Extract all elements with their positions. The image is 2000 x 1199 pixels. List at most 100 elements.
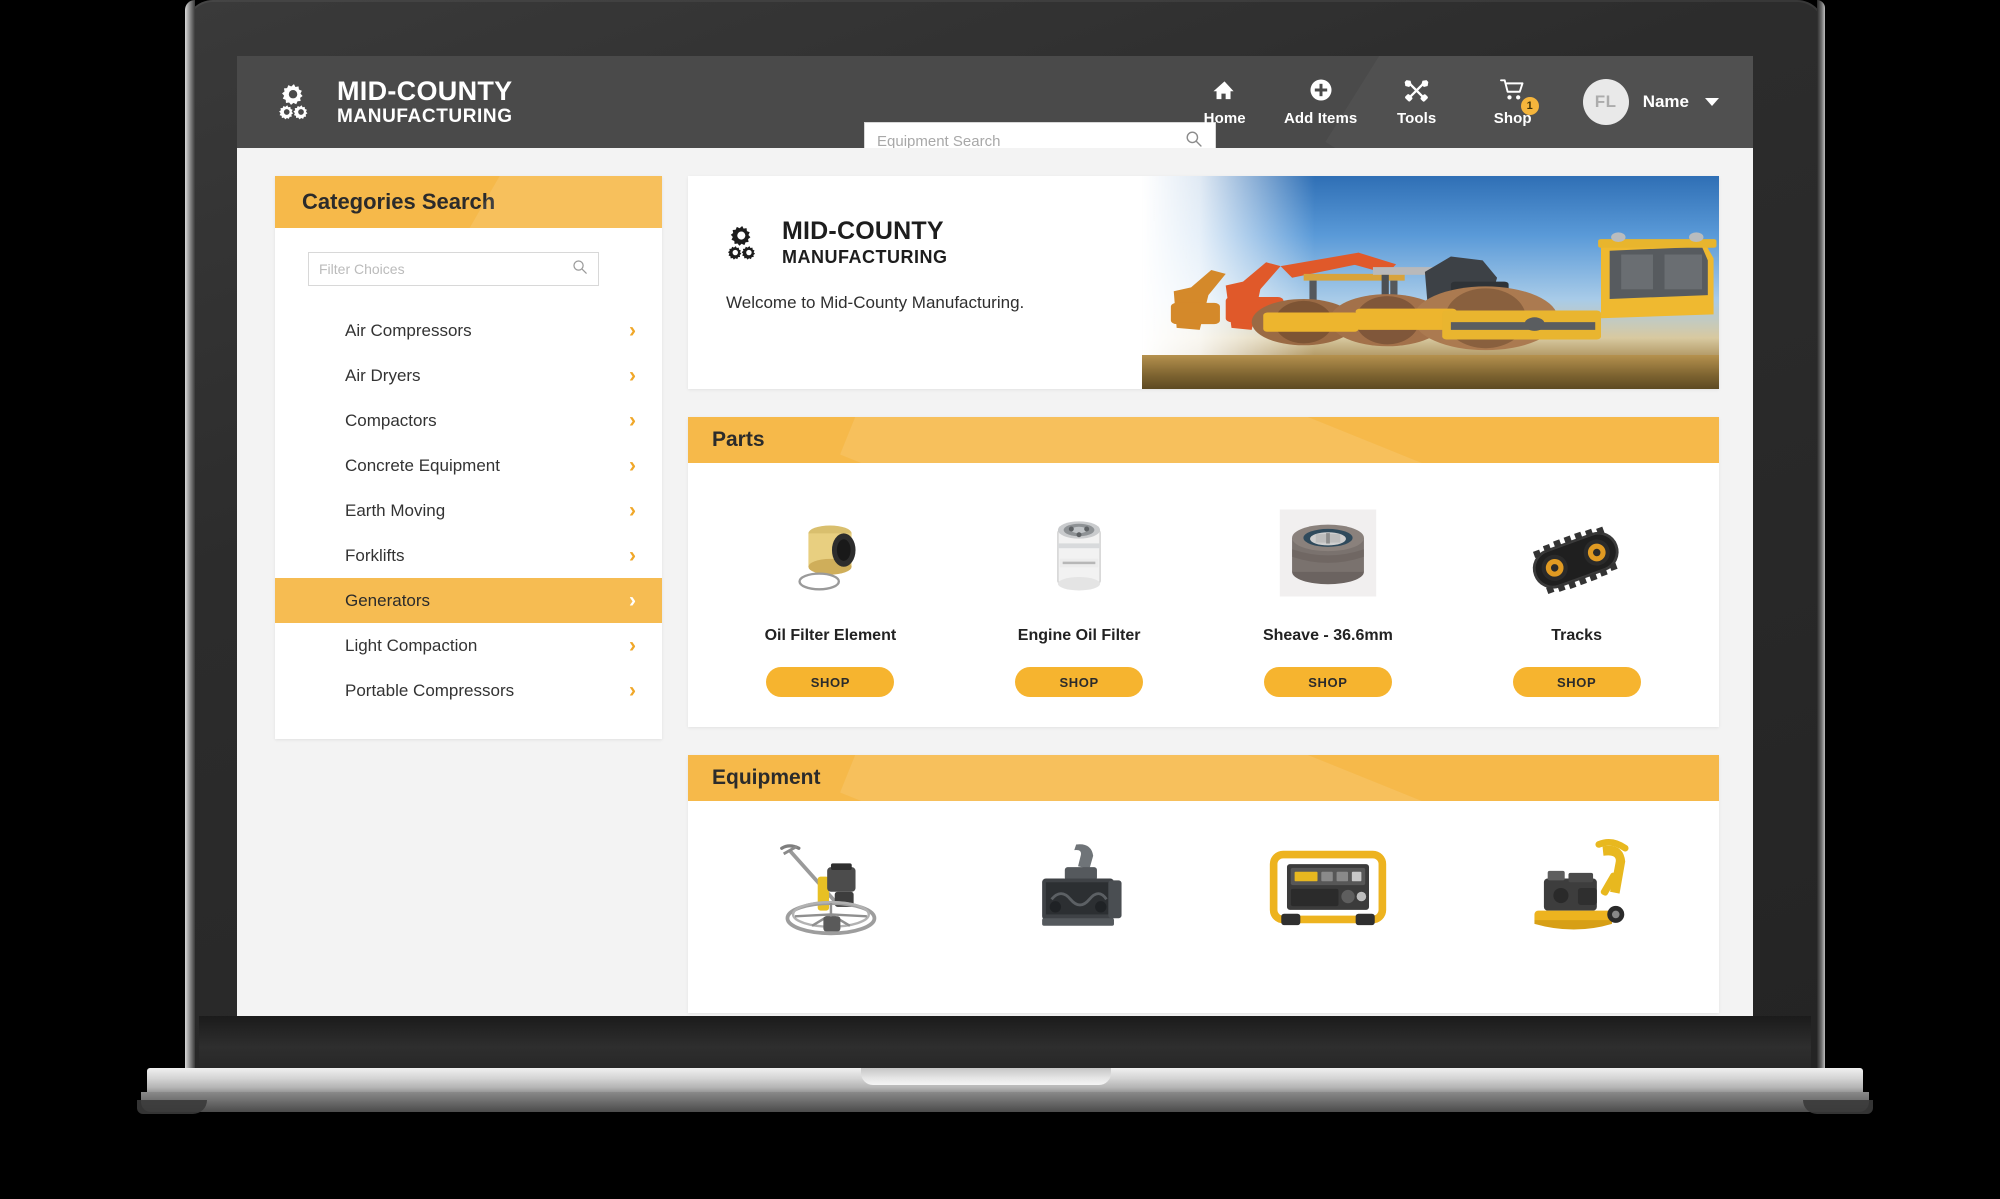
- cart-icon: [1499, 77, 1526, 103]
- user-menu[interactable]: FL Name: [1582, 79, 1719, 125]
- category-label: Portable Compressors: [345, 680, 515, 700]
- categories-sidebar-title: Categories Search: [275, 176, 662, 228]
- laptop-lid-edge-left: [185, 0, 195, 1072]
- equipment-product-grid: [688, 801, 1719, 1013]
- top-navigation-bar: MID-COUNTY MANUFACTURING Equipment Searc…: [237, 56, 1753, 148]
- search-input[interactable]: [877, 132, 1185, 148]
- hero-title: MID-COUNTY: [782, 217, 944, 245]
- plate-compactor-icon: [1515, 837, 1639, 937]
- product-card[interactable]: [706, 837, 955, 983]
- plus-circle-icon: [1309, 77, 1333, 103]
- hero-subtitle: MANUFACTURING: [782, 247, 948, 268]
- brand-text: MID-COUNTY MANUFACTURING: [337, 75, 513, 128]
- nav-label-home: Home: [1203, 110, 1246, 127]
- hero-welcome-text: Welcome to Mid-County Manufacturing.: [726, 293, 1025, 313]
- sidebar-item-concrete-equipment[interactable]: Concrete Equipment ›: [275, 443, 662, 488]
- equipment-search-box[interactable]: [864, 122, 1216, 148]
- chevron-down-icon[interactable]: [1705, 98, 1719, 106]
- chevron-right-icon: ›: [629, 364, 636, 387]
- sidebar-item-air-compressors[interactable]: Air Compressors ›: [275, 308, 662, 353]
- chevron-right-icon: ›: [629, 454, 636, 477]
- categories-sidebar: Categories Search Air Compressors: [275, 176, 662, 739]
- product-name: Engine Oil Filter: [1017, 627, 1141, 644]
- chevron-right-icon: ›: [629, 499, 636, 522]
- equipment-section-title: Equipment: [688, 755, 1719, 801]
- sidebar-item-generators[interactable]: Generators ›: [275, 578, 662, 623]
- tools-icon: [1404, 77, 1429, 103]
- product-card[interactable]: Tracks SHOP: [1452, 499, 1701, 697]
- laptop-lid-edge-right: [1817, 0, 1825, 1072]
- laptop-foot-left: [137, 1100, 207, 1114]
- primary-navigation: Home Add Items Tools 1 Shop FL Name: [1177, 56, 1719, 148]
- cart-badge: 1: [1520, 97, 1539, 115]
- hero-text-block: MID-COUNTY MANUFACTURING Welcome to Mid-…: [688, 176, 1224, 389]
- parts-product-grid: Oil Filter Element SHOP Engine Oil Filte…: [688, 463, 1719, 727]
- product-card[interactable]: [1204, 837, 1453, 983]
- parts-section: Parts Oil Filter Element SHOP Engine Oil…: [688, 417, 1719, 727]
- sidebar-item-compactors[interactable]: Compactors ›: [275, 398, 662, 443]
- hero-brand: MID-COUNTY MANUFACTURING: [726, 218, 1224, 268]
- chevron-right-icon: ›: [629, 679, 636, 702]
- equipment-section: Equipment: [688, 755, 1719, 1013]
- chevron-right-icon: ›: [629, 589, 636, 612]
- nav-item-tools[interactable]: Tools: [1369, 77, 1465, 127]
- portable-generator-icon: [1266, 837, 1390, 937]
- shop-button[interactable]: SHOP: [1512, 667, 1641, 697]
- nav-item-shop[interactable]: 1 Shop: [1465, 77, 1561, 127]
- laptop-base-lower: [141, 1092, 1869, 1112]
- engine-oil-filter-icon: [1031, 499, 1127, 603]
- filter-input[interactable]: [319, 261, 572, 277]
- parts-section-title: Parts: [688, 417, 1719, 463]
- sidebar-item-earth-moving[interactable]: Earth Moving ›: [275, 488, 662, 533]
- category-label: Air Dryers: [345, 365, 421, 385]
- gears-icon: [277, 80, 321, 124]
- product-name: Tracks: [1551, 627, 1602, 644]
- category-label: Concrete Equipment: [345, 455, 500, 475]
- shop-button[interactable]: SHOP: [1263, 667, 1392, 697]
- category-label: Earth Moving: [345, 500, 446, 520]
- hero-banner: MID-COUNTY MANUFACTURING Welcome to Mid-…: [688, 176, 1719, 389]
- product-name: Sheave - 36.6mm: [1262, 627, 1393, 644]
- brand-logo[interactable]: MID-COUNTY MANUFACTURING: [277, 75, 513, 128]
- category-label: Generators: [345, 590, 431, 610]
- main-content: MID-COUNTY MANUFACTURING Welcome to Mid-…: [688, 176, 1719, 1016]
- category-label: Forklifts: [345, 545, 405, 565]
- search-icon[interactable]: [572, 259, 588, 280]
- hero-title-block: MID-COUNTY MANUFACTURING: [782, 218, 948, 268]
- category-list: Air Compressors › Air Dryers › Compactor…: [275, 300, 662, 739]
- oil-filter-element-icon: [776, 499, 884, 603]
- laptop-base-notch: [861, 1068, 1111, 1085]
- sidebar-item-forklifts[interactable]: Forklifts ›: [275, 533, 662, 578]
- nav-label-tools: Tools: [1396, 110, 1437, 127]
- product-card[interactable]: Oil Filter Element SHOP: [706, 499, 955, 697]
- user-name-label: Name: [1642, 92, 1689, 111]
- product-card[interactable]: [955, 837, 1204, 983]
- rubber-tracks-icon: [1521, 499, 1633, 603]
- sidebar-item-light-compaction[interactable]: Light Compaction ›: [275, 623, 662, 668]
- category-label: Compactors: [345, 410, 437, 430]
- nav-item-home[interactable]: Home: [1177, 77, 1273, 127]
- shop-button[interactable]: SHOP: [766, 667, 895, 697]
- filter-choices-box[interactable]: [308, 252, 599, 286]
- chevron-right-icon: ›: [629, 634, 636, 657]
- category-label: Air Compressors: [345, 320, 472, 340]
- product-card[interactable]: Sheave - 36.6mm SHOP: [1204, 499, 1453, 697]
- avatar: FL: [1582, 79, 1629, 125]
- laptop-mockup: MID-COUNTY MANUFACTURING Equipment Searc…: [137, 0, 1873, 1114]
- hero-image: [1141, 176, 1719, 389]
- product-name: Oil Filter Element: [764, 627, 897, 644]
- sidebar-item-air-dryers[interactable]: Air Dryers ›: [275, 353, 662, 398]
- nav-label-add-items: Add Items: [1283, 110, 1358, 127]
- brand-subtitle: MANUFACTURING: [337, 106, 513, 128]
- chevron-right-icon: ›: [629, 319, 636, 342]
- product-card[interactable]: [1452, 837, 1701, 983]
- shop-button[interactable]: SHOP: [1015, 667, 1144, 697]
- power-trowel-icon: [767, 837, 893, 937]
- home-icon: [1212, 77, 1237, 103]
- laptop-bottom-bezel: [199, 1016, 1811, 1072]
- product-card[interactable]: Engine Oil Filter SHOP: [955, 499, 1204, 697]
- nav-item-add-items[interactable]: Add Items: [1273, 77, 1369, 127]
- brand-title: MID-COUNTY: [337, 75, 513, 106]
- sidebar-item-portable-compressors[interactable]: Portable Compressors ›: [275, 668, 662, 713]
- gears-icon: [726, 222, 768, 264]
